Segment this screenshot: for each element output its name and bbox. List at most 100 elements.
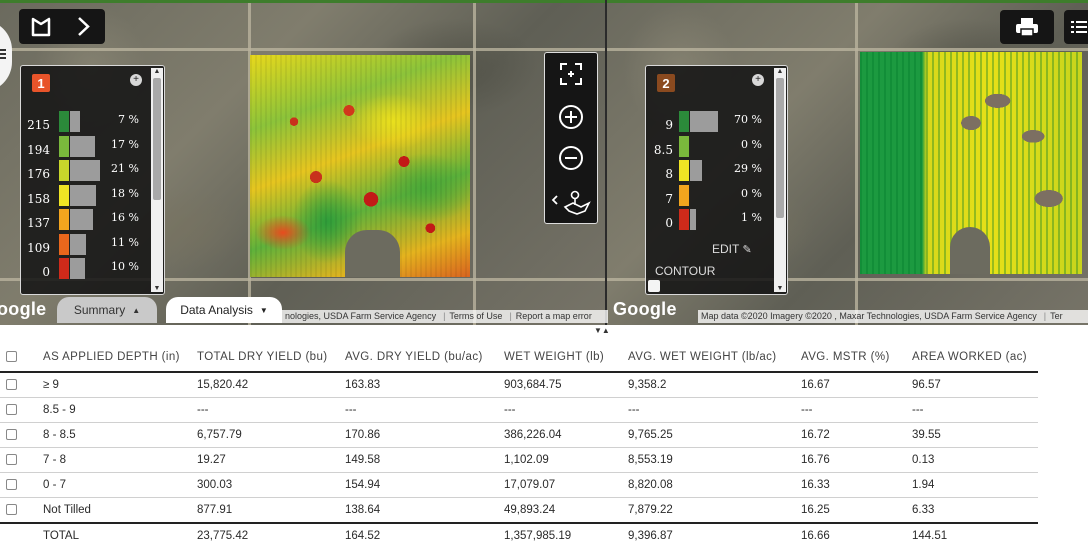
list-view-button[interactable] <box>1064 10 1088 44</box>
legend-percent: 0 % <box>741 186 762 200</box>
contour-label: CONTOUR <box>655 264 716 278</box>
map-tools-panel[interactable] <box>544 52 598 224</box>
caret-up-icon: ▲ <box>132 305 141 315</box>
table-row[interactable]: 7 - 8 19.27 149.58 1,102.09 8,553.19 16.76 0.1… <box>0 447 1038 473</box>
row-select-cell[interactable] <box>0 447 43 473</box>
row-checkbox[interactable] <box>6 379 17 391</box>
table-cell: 7,879.22 <box>628 497 801 524</box>
select-all-checkbox[interactable] <box>6 351 17 363</box>
row-checkbox[interactable] <box>6 404 17 416</box>
table-row[interactable]: Not Tilled 877.91 138.64 49,893.24 7,879.22 1… <box>0 497 1038 524</box>
legend-color-swatch <box>679 135 689 157</box>
legend-scrollbar[interactable]: ▲ ▼ <box>774 68 786 292</box>
map-area[interactable]: 1 + 215 7 % 194 17 % 176 21 % 158 18 % 137 16 % 10… <box>0 0 1088 325</box>
report-map-error-link[interactable]: Report a map error <box>516 311 592 321</box>
road <box>0 48 605 51</box>
contour-toggle[interactable] <box>648 280 660 292</box>
scroll-thumb[interactable] <box>776 78 784 218</box>
panel-resize-handle[interactable]: ▼▲ <box>594 326 610 335</box>
row-select-cell[interactable] <box>0 472 43 498</box>
field-selector-button[interactable] <box>19 9 105 44</box>
map-layers-icon <box>551 190 591 215</box>
legend-value-label: 7 <box>665 191 673 206</box>
road <box>473 3 476 325</box>
terms-of-use-link[interactable]: Terms of Use <box>449 311 502 321</box>
table-row[interactable]: 8 - 8.5 6,757.79 170.86 386,226.04 9,765.25 1… <box>0 422 1038 448</box>
total-cell: 164.52 <box>345 522 504 548</box>
row-select-cell[interactable] <box>0 422 43 448</box>
table-row[interactable]: 8.5 - 9 --- --- --- --- --- --- <box>0 397 1038 423</box>
legend-panel-left[interactable]: 1 + 215 7 % 194 17 % 176 21 % 158 18 % 137 16 % 10… <box>20 65 165 295</box>
chevron-right-icon <box>78 17 90 36</box>
pin-icon[interactable]: + <box>130 74 142 86</box>
legend-percent: 11 % <box>111 235 139 249</box>
map-attribution-left: nologies, USDA Farm Service Agency | Terms… <box>282 310 608 323</box>
table-cell: 9,765.25 <box>628 422 801 448</box>
column-header[interactable]: WET WEIGHT (lb) <box>504 343 628 373</box>
printer-icon <box>1016 18 1038 37</box>
edit-label[interactable]: EDIT <box>712 242 739 256</box>
table-row[interactable]: 0 - 7 300.03 154.94 17,079.07 8,820.08 16.33 1… <box>0 472 1038 498</box>
table-cell: Not Tilled <box>43 497 197 524</box>
zoom-out-icon <box>559 146 583 170</box>
legend-scrollbar[interactable]: ▲ ▼ <box>151 68 163 292</box>
scroll-down-arrow-icon[interactable]: ▼ <box>776 285 784 292</box>
edit-button[interactable]: EDIT ✎ <box>712 242 752 256</box>
map-layers-button[interactable] <box>545 187 597 220</box>
print-button[interactable] <box>1000 10 1054 44</box>
legend-badge: 2 <box>657 74 675 92</box>
zoom-out-button[interactable] <box>545 144 597 177</box>
row-checkbox[interactable] <box>6 504 17 516</box>
tab-data-analysis-label: Data Analysis <box>180 303 253 317</box>
map-split-divider[interactable] <box>605 0 607 325</box>
zoom-in-button[interactable] <box>545 103 597 136</box>
legend-value-label: 9 <box>665 118 673 132</box>
row-select-cell[interactable] <box>0 397 43 423</box>
legend-row: 8 29 % <box>646 159 786 183</box>
table-cell: 163.83 <box>345 372 504 398</box>
column-header[interactable]: AS APPLIED DEPTH (in) <box>43 343 197 373</box>
table-row[interactable]: ≥ 9 15,820.42 163.83 903,684.75 9,358.2 16.67… <box>0 372 1038 398</box>
legend-color-swatch <box>59 233 69 255</box>
legend-color-swatch <box>679 209 689 230</box>
tab-data-analysis[interactable]: Data Analysis ▼ <box>166 297 282 323</box>
legend-percent: 29 % <box>734 162 762 175</box>
yield-heatmap-field[interactable] <box>250 55 470 277</box>
terms-link[interactable]: Ter <box>1050 311 1063 321</box>
table-cell: --- <box>345 397 504 423</box>
table-cell: 8.5 - 9 <box>43 397 197 423</box>
scroll-up-arrow-icon[interactable]: ▲ <box>153 68 161 75</box>
legend-percent: 18 % <box>111 186 139 200</box>
column-header[interactable]: AVG. DRY YIELD (bu/ac) <box>345 343 504 373</box>
legend-row: 158 18 % <box>21 184 161 208</box>
tab-summary-label: Summary <box>73 303 126 317</box>
row-select-cell[interactable] <box>0 497 43 524</box>
legend-distribution-bar <box>70 233 86 255</box>
scroll-thumb[interactable] <box>153 78 161 200</box>
legend-value-label: 194 <box>27 142 50 157</box>
column-header[interactable]: TOTAL DRY YIELD (bu) <box>197 343 345 373</box>
fullscreen-button[interactable] <box>545 61 597 92</box>
select-all-cell[interactable] <box>0 343 43 373</box>
legend-panel-right[interactable]: 2 + 9 70 % 8.5 0 % 8 29 % 7 0 % 0 1 % EDIT ✎ CONT… <box>645 65 788 295</box>
scroll-up-arrow-icon[interactable]: ▲ <box>776 68 784 75</box>
pin-icon[interactable]: + <box>752 74 764 86</box>
table-cell: --- <box>801 397 912 423</box>
table-cell: 16.67 <box>801 372 912 398</box>
legend-percent: 70 % <box>734 113 762 126</box>
zoom-in-icon <box>559 105 583 129</box>
column-header[interactable]: AVG. MSTR (%) <box>801 343 912 373</box>
legend-color-swatch <box>679 160 689 181</box>
row-select-cell[interactable] <box>0 372 43 398</box>
depth-heatmap-field[interactable] <box>860 52 1082 274</box>
column-header[interactable]: AREA WORKED (ac) <box>912 343 1038 373</box>
row-checkbox[interactable] <box>6 454 17 466</box>
total-cell: TOTAL <box>43 522 197 548</box>
row-checkbox[interactable] <box>6 429 17 441</box>
row-checkbox[interactable] <box>6 479 17 491</box>
scroll-down-arrow-icon[interactable]: ▼ <box>153 285 161 292</box>
column-header[interactable]: AVG. WET WEIGHT (lb/ac) <box>628 343 801 373</box>
tab-summary[interactable]: Summary ▲ <box>57 297 157 323</box>
table-cell: 170.86 <box>345 422 504 448</box>
table-cell: 9,358.2 <box>628 372 801 398</box>
